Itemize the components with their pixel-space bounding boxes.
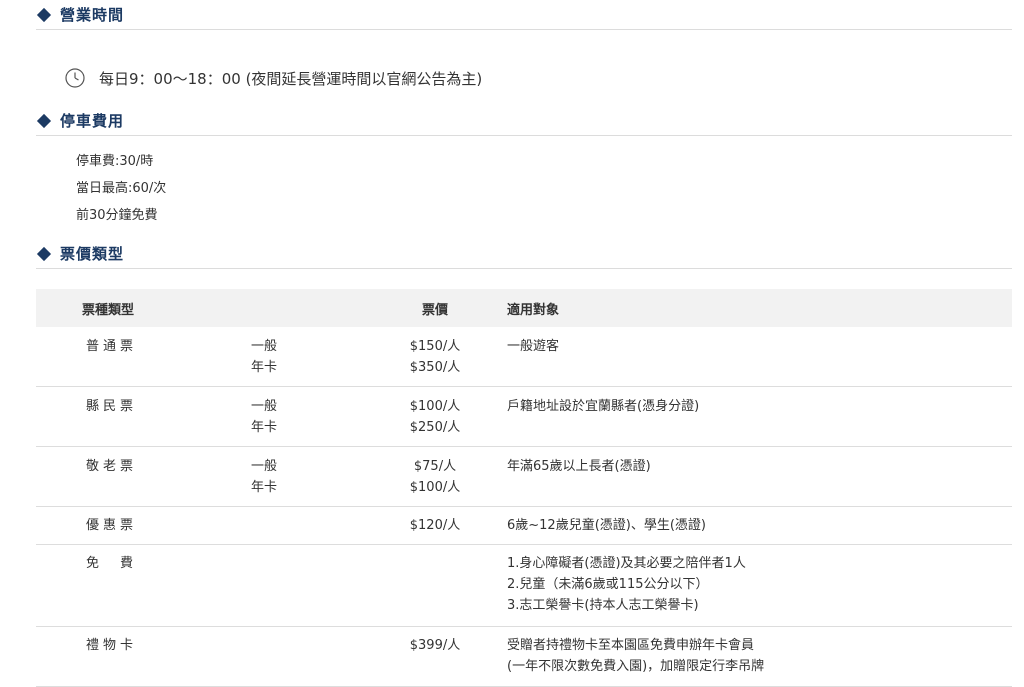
diamond-icon xyxy=(36,113,52,128)
section-header-tickets: 票價類型 xyxy=(36,239,1012,269)
header-price: 票價 xyxy=(421,302,448,318)
parking-fee-list: 停車費:30/時 當日最高:60/次 前30分鐘免費 xyxy=(36,136,1012,229)
ticket-target: (一年不限次數免費入園)，加贈限定行李吊牌 xyxy=(507,659,765,674)
business-hours-text: 每日9：00～18：00 (夜間延長營運時間以官網公告為主) xyxy=(99,69,483,88)
header-target: 適用對象 xyxy=(507,302,560,318)
ticket-target-cell: 6歲~12歲兒童(憑證)、學生(憑證) xyxy=(493,515,1012,536)
ticket-type: 普通票 xyxy=(86,339,138,354)
ticket-price-cell: $150/人 $350/人 xyxy=(377,336,493,378)
ticket-kind-cell: 一般 年卡 xyxy=(245,456,377,498)
ticket-target: 戶籍地址設於宜蘭縣者(憑身分證) xyxy=(507,399,700,414)
ticket-kind-cell: 一般 年卡 xyxy=(245,396,377,438)
ticket-kind: 年卡 xyxy=(251,420,278,435)
ticket-price-cell: $399/人 xyxy=(377,635,493,656)
ticket-price: $75/人 xyxy=(413,459,457,474)
ticket-target-cell: 戶籍地址設於宜蘭縣者(憑身分證) xyxy=(493,396,1012,417)
ticket-price: $100/人 xyxy=(409,480,461,495)
table-row: 禮物卡 $399/人 受贈者持禮物卡至本園區免費申辦年卡會員 (一年不限次數免費… xyxy=(36,627,1012,687)
ticket-kind: 年卡 xyxy=(251,360,278,375)
diamond-icon xyxy=(36,246,52,261)
diamond-icon xyxy=(36,7,52,22)
ticket-target: 6歲~12歲兒童(憑證)、學生(憑證) xyxy=(507,518,706,533)
ticket-type-cell: 縣民票 xyxy=(36,396,245,417)
ticket-kind: 一般 xyxy=(251,339,278,354)
ticket-target: 3.志工榮譽卡(持本人志工榮譽卡) xyxy=(507,598,699,613)
ticket-target: 2.兒童（未滿6歲或115公分以下） xyxy=(507,577,709,592)
table-row: 縣民票 一般 年卡 $100/人 $250/人 戶籍地址設於宜蘭縣者(憑身分證) xyxy=(36,387,1012,447)
section-title: 營業時間 xyxy=(60,6,125,24)
ticket-target: 1.身心障礙者(憑證)及其必要之陪伴者1人 xyxy=(507,556,746,571)
page: 營業時間 每日9：00～18：00 (夜間延長營運時間以官網公告為主) 停車費用… xyxy=(36,0,1012,687)
ticket-kind: 一般 xyxy=(251,459,278,474)
ticket-price: $120/人 xyxy=(409,518,461,533)
ticket-target: 一般遊客 xyxy=(507,339,560,354)
table-row: 免 費 1.身心障礙者(憑證)及其必要之陪伴者1人 2.兒童（未滿6歲或115公… xyxy=(36,545,1012,627)
ticket-kind: 年卡 xyxy=(251,480,278,495)
section-header-parking: 停車費用 xyxy=(36,106,1012,136)
ticket-price-cell: $100/人 $250/人 xyxy=(377,396,493,438)
ticket-price: $350/人 xyxy=(409,360,461,375)
ticket-type-cell: 敬老票 xyxy=(36,456,245,477)
parking-fee-line: 當日最高:60/次 xyxy=(76,181,167,196)
ticket-target: 受贈者持禮物卡至本園區免費申辦年卡會員 xyxy=(507,638,755,653)
ticket-price: $100/人 xyxy=(409,399,461,414)
ticket-type-cell: 普通票 xyxy=(36,336,245,357)
ticket-target-cell: 受贈者持禮物卡至本園區免費申辦年卡會員 (一年不限次數免費入園)，加贈限定行李吊… xyxy=(493,635,1012,677)
parking-fee-line: 前30分鐘免費 xyxy=(76,208,158,223)
section-title: 票價類型 xyxy=(60,245,125,263)
ticket-type: 禮物卡 xyxy=(86,638,138,653)
ticket-target: 年滿65歲以上長者(憑證) xyxy=(507,459,651,474)
ticket-type-cell: 禮物卡 xyxy=(36,635,245,656)
ticket-kind: 一般 xyxy=(251,399,278,414)
ticket-target-cell: 一般遊客 xyxy=(493,336,1012,357)
ticket-price: $250/人 xyxy=(409,420,461,435)
ticket-price-cell: $75/人 $100/人 xyxy=(377,456,493,498)
table-row: 敬老票 一般 年卡 $75/人 $100/人 年滿65歲以上長者(憑證) xyxy=(36,447,1012,507)
header-ticket-type: 票種類型 xyxy=(82,302,135,318)
ticket-type: 縣民票 xyxy=(86,399,138,414)
ticket-target-cell: 1.身心障礙者(憑證)及其必要之陪伴者1人 2.兒童（未滿6歲或115公分以下）… xyxy=(493,553,1012,616)
ticket-type-cell: 優惠票 xyxy=(36,515,245,536)
table-row: 普通票 一般 年卡 $150/人 $350/人 一般遊客 xyxy=(36,327,1012,387)
ticket-type: 優惠票 xyxy=(86,518,138,533)
ticket-price: $150/人 xyxy=(409,339,461,354)
ticket-kind-cell: 一般 年卡 xyxy=(245,336,377,378)
ticket-price-table: 票種類型 票價 適用對象 普通票 一般 年卡 $150/人 $350/人 一般遊… xyxy=(36,289,1012,687)
section-header-hours: 營業時間 xyxy=(36,0,1012,30)
ticket-type-cell: 免 費 xyxy=(36,553,245,574)
table-header-row: 票種類型 票價 適用對象 xyxy=(36,289,1012,327)
ticket-type: 免 費 xyxy=(86,556,138,571)
ticket-price-cell: $120/人 xyxy=(377,515,493,536)
business-hours-row: 每日9：00～18：00 (夜間延長營運時間以官網公告為主) xyxy=(36,66,1012,90)
ticket-price: $399/人 xyxy=(409,638,461,653)
clock-icon xyxy=(65,68,85,88)
ticket-type: 敬老票 xyxy=(86,459,138,474)
ticket-target-cell: 年滿65歲以上長者(憑證) xyxy=(493,456,1012,477)
section-title: 停車費用 xyxy=(60,112,125,130)
parking-fee-line: 停車費:30/時 xyxy=(76,154,154,169)
table-row: 優惠票 $120/人 6歲~12歲兒童(憑證)、學生(憑證) xyxy=(36,507,1012,545)
